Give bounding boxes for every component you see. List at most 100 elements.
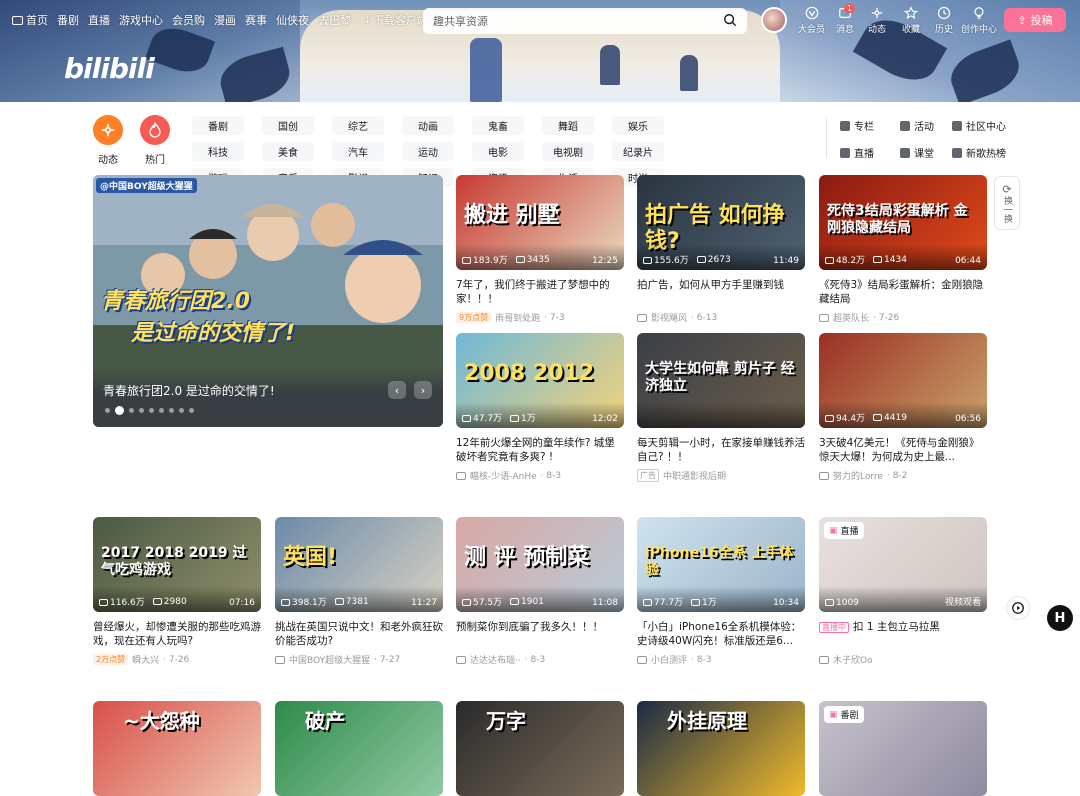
channel-tag[interactable]: 运动 [402, 142, 454, 161]
nav-history[interactable]: 历史 [935, 6, 953, 35]
video-thumbnail[interactable]: ▣ 直播 1009 视频观看 [819, 517, 987, 612]
carousel-dot[interactable] [189, 408, 194, 413]
carousel-prev-button[interactable]: ‹ [388, 381, 406, 399]
refresh-button[interactable]: ⟳ 换一换 [994, 176, 1020, 230]
video-thumbnail[interactable]: 万字 [456, 701, 624, 796]
video-title[interactable]: 预制菜你到底骗了我多久！！！ [456, 620, 624, 648]
channel-tag[interactable]: 综艺 [332, 116, 384, 135]
video-thumbnail[interactable]: 2017 2018 2019 过气吃鸡游戏 116.6万 2980 07:16 [93, 517, 261, 612]
video-title[interactable]: 3天破4亿美元！《死侍与金刚狼》惊天大爆！为何成为史上最... [819, 436, 987, 464]
channel-tag[interactable]: 电视剧 [542, 142, 594, 161]
video-title[interactable]: 每天剪辑一小时，在家接单赚钱养活自己? ！！ [637, 436, 805, 464]
nav-creator-center[interactable]: 创作中心 [961, 6, 997, 35]
video-title[interactable]: 曾经爆火，却惨遭关服的那些吃鸡游戏，现在还有人玩吗? [93, 620, 261, 648]
nav-message[interactable]: 1 消息 [836, 4, 856, 35]
video-thumbnail[interactable]: 外挂原理 [637, 701, 805, 796]
channel-tag[interactable]: 舞蹈 [542, 116, 594, 135]
video-thumbnail[interactable]: 测 评 预制菜 57.5万 1901 11:08 [456, 517, 624, 612]
video-card[interactable]: 万字 [456, 701, 624, 796]
carousel-dot[interactable] [115, 406, 124, 415]
nav-manga[interactable]: 漫画 [214, 12, 236, 28]
channel-link[interactable]: 活动 [900, 118, 944, 133]
uploader-name[interactable]: 达达达布瑙·· [470, 653, 521, 666]
video-thumbnail[interactable]: ~大怨种 [93, 701, 261, 796]
video-thumbnail[interactable]: 英国! 398.1万 7381 11:27 [275, 517, 443, 612]
channel-link[interactable]: 新歌热榜 [952, 145, 1022, 160]
video-thumbnail[interactable]: ▣ 番剧 [819, 701, 987, 796]
channel-link[interactable]: 社区中心 [952, 118, 1022, 133]
uploader-name[interactable]: 木子欣Oo [833, 653, 873, 666]
uploader-name[interactable]: 中国BOY超级大猩猩 [289, 653, 370, 666]
uploader-name[interactable]: 瞄核-少语-AnHe [470, 469, 537, 482]
channel-hot[interactable]: 热门 [140, 115, 170, 166]
nav-xianxia[interactable]: 仙侠夜 [276, 12, 309, 28]
carousel-dot[interactable] [129, 408, 134, 413]
video-title[interactable]: 《死侍3》结局彩蛋解析：金刚狼隐藏结局 [819, 278, 987, 306]
video-card[interactable]: 搬进 别墅 183.9万 3435 12:25 7年了，我们终于搬进了梦想中的家！！！ 9… [456, 175, 624, 324]
nav-dynamic[interactable]: 动态 [868, 6, 886, 35]
channel-tag[interactable]: 番剧 [192, 116, 244, 135]
uploader-name[interactable]: 超英队长 [833, 311, 869, 324]
video-card[interactable]: 2017 2018 2019 过气吃鸡游戏 116.6万 2980 07:16 曾经爆火… [93, 517, 261, 666]
nav-home[interactable]: 首页 [12, 12, 48, 28]
carousel-title[interactable]: 青春旅行团2.0 是过命的交情了! [103, 382, 275, 399]
carousel-dot[interactable] [169, 408, 174, 413]
video-card[interactable]: 外挂原理 [637, 701, 805, 796]
nav-vip[interactable]: 大会员 [798, 6, 825, 35]
video-thumbnail[interactable]: 死侍3结局彩蛋解析 金刚狼隐藏结局 48.2万 1434 06:44 [819, 175, 987, 270]
video-title[interactable]: 12年前火爆全网的童年续作? 城堡破坏者究竟有多爽? ! [456, 436, 624, 464]
video-thumbnail[interactable]: 搬进 别墅 183.9万 3435 12:25 [456, 175, 624, 270]
video-card[interactable]: 拍广告 如何挣钱? 155.6万 2673 11:49 拍广告，如何从甲方手里赚到钱 影视… [637, 175, 805, 324]
video-card[interactable]: ▣ 番剧 [819, 701, 987, 796]
video-card[interactable]: iPhone16全系 上手体验 77.7万 1万 10:34 「小白」iPhone16全… [637, 517, 805, 666]
channel-tag[interactable]: 动画 [402, 116, 454, 135]
video-card[interactable]: 94.4万 4419 06:56 3天破4亿美元！《死侍与金刚狼》惊天大爆！为何成为史… [819, 333, 987, 482]
video-card[interactable]: 死侍3结局彩蛋解析 金刚狼隐藏结局 48.2万 1434 06:44 《死侍3》结局彩蛋… [819, 175, 987, 324]
video-card[interactable]: 破产 [275, 701, 443, 796]
search-icon[interactable] [723, 13, 737, 27]
channel-tag[interactable]: 国创 [262, 116, 314, 135]
assistant-button[interactable]: H [1047, 605, 1073, 631]
uploader-name[interactable]: 努力的Lorre [833, 469, 883, 482]
nav-bangumi[interactable]: 番剧 [57, 12, 79, 28]
video-title[interactable]: 7年了，我们终于搬进了梦想中的家！！！ [456, 278, 624, 306]
nav-match[interactable]: 赛事 [245, 12, 267, 28]
carousel-dot[interactable] [105, 408, 110, 413]
video-title[interactable]: 拍广告，如何从甲方手里赚到钱 [637, 278, 805, 306]
carousel-dot[interactable] [139, 408, 144, 413]
nav-live[interactable]: 直播 [88, 12, 110, 28]
uploader-name[interactable]: 小白测评 [651, 653, 687, 666]
nav-mall[interactable]: 会员购 [172, 12, 205, 28]
channel-tag[interactable]: 娱乐 [612, 116, 664, 135]
video-title[interactable]: 直播中扣 1 主包立马拉黑 [819, 620, 987, 648]
featured-carousel[interactable]: @中国BOY超级大猩猩 青春旅行团2.0 是过命的交情了! 青春旅行团2.0 是… [93, 175, 443, 427]
nav-favorites[interactable]: 收藏 [902, 6, 920, 35]
video-card[interactable]: ▣ 直播 1009 视频观看直播中扣 1 主包立马拉黑木子欣Oo [819, 517, 987, 666]
channel-tag[interactable]: 科技 [192, 142, 244, 161]
scroll-top-button[interactable] [1006, 596, 1030, 620]
search-input[interactable]: 趣共享资源 [423, 8, 747, 34]
video-thumbnail[interactable]: 94.4万 4419 06:56 [819, 333, 987, 428]
channel-link[interactable]: 直播 [840, 145, 892, 160]
video-card[interactable]: ~大怨种 [93, 701, 261, 796]
channel-tag[interactable]: 汽车 [332, 142, 384, 161]
video-title[interactable]: 挑战在英国只说中文！和老外疯狂砍价能否成功? [275, 620, 443, 648]
carousel-dot[interactable] [149, 408, 154, 413]
nav-game-center[interactable]: 游戏中心 [119, 12, 163, 28]
video-title[interactable]: 「小白」iPhone16全系机模体验：史诗级40W闪充！标准版还是6... [637, 620, 805, 648]
video-thumbnail[interactable]: 破产 [275, 701, 443, 796]
uploader-name[interactable]: 中职通影视后期 [663, 469, 726, 482]
uploader-name[interactable]: 瞬大兴 [132, 653, 159, 666]
channel-tag[interactable]: 电影 [472, 142, 524, 161]
avatar[interactable] [761, 7, 787, 33]
video-card[interactable]: 2008 2012 47.7万 1万 12:02 12年前火爆全网的童年续作? 城堡破坏… [456, 333, 624, 482]
bilibili-logo[interactable]: bilibili [64, 52, 155, 85]
video-card[interactable]: 英国! 398.1万 7381 11:27 挑战在英国只说中文！和老外疯狂砍价能否成功?… [275, 517, 443, 666]
video-thumbnail[interactable]: 2008 2012 47.7万 1万 12:02 [456, 333, 624, 428]
channel-dynamic[interactable]: 动态 [93, 115, 123, 166]
uploader-name[interactable]: 影视飓风 [651, 311, 687, 324]
nav-download[interactable]: ⤓ 下载客户端 [365, 12, 428, 28]
video-card[interactable]: 测 评 预制菜 57.5万 1901 11:08 预制菜你到底骗了我多久！！！ 达达达布瑙… [456, 517, 624, 666]
upload-button[interactable]: ⇪ 投稿 [1004, 8, 1066, 32]
carousel-dot[interactable] [159, 408, 164, 413]
